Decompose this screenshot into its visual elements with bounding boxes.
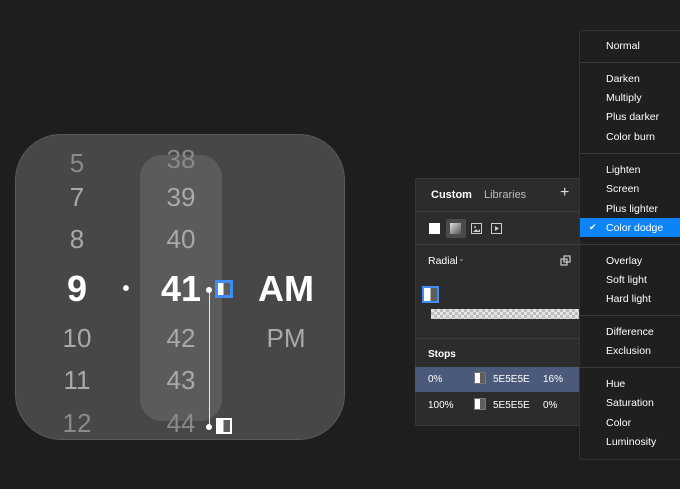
video-fill-icon[interactable] xyxy=(491,223,502,234)
gradient-bar[interactable] xyxy=(431,309,581,319)
stop-opacity[interactable]: 16% xyxy=(543,374,563,385)
hour-item[interactable]: 5 xyxy=(70,150,84,176)
stop-color-swatch[interactable] xyxy=(474,398,486,410)
minute-item[interactable]: 42 xyxy=(167,325,196,351)
gradient-type-select[interactable]: Radial xyxy=(428,255,458,267)
solid-fill-icon[interactable] xyxy=(429,223,440,234)
tab-libraries[interactable]: Libraries xyxy=(484,189,526,201)
menu-divider xyxy=(580,315,680,316)
menu-item-hard-light[interactable]: Hard light xyxy=(606,293,651,305)
hour-item[interactable]: 12 xyxy=(63,410,92,436)
minute-item[interactable]: 40 xyxy=(167,226,196,252)
hour-item[interactable]: 11 xyxy=(64,367,91,393)
gradient-handle-line xyxy=(209,290,210,428)
menu-item-exclusion[interactable]: Exclusion xyxy=(606,345,651,357)
menu-item-color-dodge[interactable]: Color dodge xyxy=(606,222,663,234)
stop-position[interactable]: 0% xyxy=(428,374,442,385)
gradient-end-dot[interactable] xyxy=(206,424,212,430)
menu-divider xyxy=(580,367,680,368)
menu-item-saturation[interactable]: Saturation xyxy=(606,397,654,409)
gradient-stop-handle-end[interactable] xyxy=(216,418,232,434)
minute-selected[interactable]: 41 xyxy=(161,271,201,307)
hour-selected[interactable]: 9 xyxy=(67,271,87,307)
minute-item[interactable]: 39 xyxy=(167,184,196,210)
time-separator: • xyxy=(122,278,130,300)
blend-mode-menu: Normal Darken Multiply Plus darker Color… xyxy=(579,30,680,460)
minute-item[interactable]: 38 xyxy=(167,146,196,172)
menu-item-color[interactable]: Color xyxy=(606,417,631,429)
menu-item-soft-light[interactable]: Soft light xyxy=(606,274,647,286)
gradient-bar-stop-start[interactable] xyxy=(422,286,439,303)
image-fill-icon[interactable] xyxy=(471,223,482,234)
stop-color-swatch[interactable] xyxy=(474,372,486,384)
hour-item[interactable]: 8 xyxy=(70,226,84,252)
menu-item-multiply[interactable]: Multiply xyxy=(606,92,642,104)
menu-divider xyxy=(580,244,680,245)
stop-position[interactable]: 100% xyxy=(428,400,454,411)
menu-item-lighten[interactable]: Lighten xyxy=(606,164,640,176)
menu-item-overlay[interactable]: Overlay xyxy=(606,255,642,267)
menu-divider xyxy=(580,153,680,154)
chevron-down-icon[interactable]: ⌄ xyxy=(458,254,465,263)
swap-icon[interactable] xyxy=(560,254,572,266)
stop-opacity[interactable]: 0% xyxy=(543,400,557,411)
hour-item[interactable]: 7 xyxy=(70,184,84,210)
menu-item-color-burn[interactable]: Color burn xyxy=(606,131,655,143)
stop-hex[interactable]: 5E5E5E xyxy=(493,400,530,411)
add-style-button[interactable]: + xyxy=(560,184,569,202)
menu-item-hue[interactable]: Hue xyxy=(606,378,625,390)
hour-item[interactable]: 10 xyxy=(63,325,92,351)
gradient-stop-handle-start[interactable] xyxy=(216,281,232,297)
menu-item-darken[interactable]: Darken xyxy=(606,73,640,85)
menu-item-normal[interactable]: Normal xyxy=(606,40,640,52)
stop-hex[interactable]: 5E5E5E xyxy=(493,374,530,385)
gradient-center-dot[interactable] xyxy=(206,287,212,293)
tab-custom[interactable]: Custom xyxy=(431,189,472,201)
period-item[interactable]: PM xyxy=(267,325,306,351)
menu-item-difference[interactable]: Difference xyxy=(606,326,654,338)
stops-label: Stops xyxy=(428,349,456,360)
check-icon: ✔ xyxy=(589,222,597,232)
period-selected[interactable]: AM xyxy=(258,271,314,307)
menu-item-screen[interactable]: Screen xyxy=(606,183,639,195)
menu-divider xyxy=(580,62,680,63)
menu-item-plus-darker[interactable]: Plus darker xyxy=(606,111,659,123)
minute-item[interactable]: 44 xyxy=(167,410,196,436)
gradient-fill-icon xyxy=(450,223,461,234)
menu-item-plus-lighter[interactable]: Plus lighter xyxy=(606,203,658,215)
minute-item[interactable]: 43 xyxy=(167,367,196,393)
menu-item-luminosity[interactable]: Luminosity xyxy=(606,436,656,448)
